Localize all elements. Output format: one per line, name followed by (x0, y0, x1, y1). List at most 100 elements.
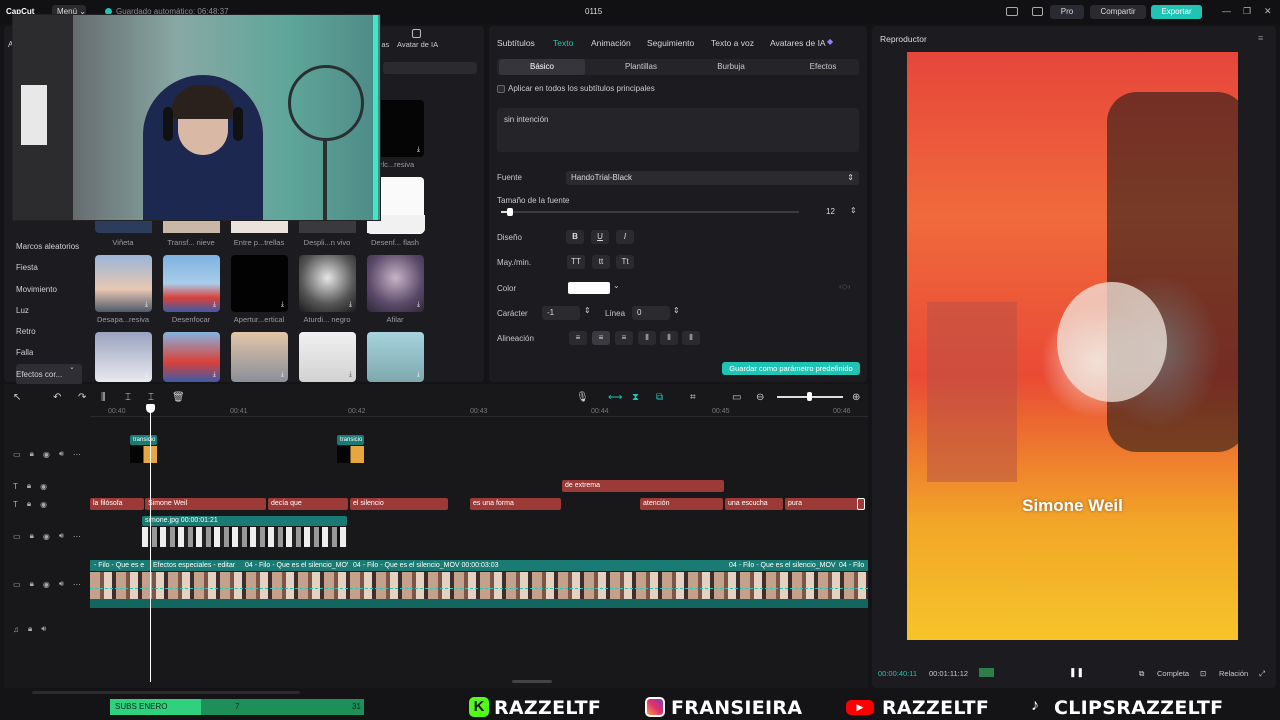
layout-icon[interactable] (1006, 7, 1018, 16)
eye-icon[interactable]: ◉ (40, 500, 47, 509)
eye-icon[interactable]: ◉ (43, 580, 50, 589)
align-vertical-center-icon[interactable]: ⦀ (660, 331, 678, 345)
text-clip[interactable]: decía que (268, 498, 348, 510)
align-left-icon[interactable]: ≡ (569, 331, 587, 345)
transition-clip-thumb[interactable] (130, 446, 157, 463)
image-clip[interactable]: simone.jpg 00:00:01:21 (142, 516, 347, 526)
split-right-icon[interactable]: ⌶ (148, 392, 154, 403)
undo-icon[interactable]: ↶ (53, 392, 61, 403)
download-icon[interactable]: ⤓ (349, 301, 352, 309)
eye-icon[interactable]: ◉ (43, 450, 50, 459)
delete-icon[interactable]: 🗑 (172, 392, 185, 403)
tab-text[interactable]: Texto (553, 38, 573, 48)
video-clip-thumbs[interactable] (90, 572, 868, 599)
microphone-icon[interactable]: 🎙 (576, 392, 589, 403)
effect-thumb[interactable]: ⤓ (299, 332, 356, 382)
keyframe-icon[interactable]: ‹◇› (839, 282, 850, 291)
redo-icon[interactable]: ↷ (78, 392, 86, 403)
speaker-icon[interactable]: 🔊︎ (59, 579, 64, 589)
fullscreen-icon[interactable]: ⤢ (1259, 669, 1265, 679)
font-size-value[interactable]: 12 (826, 207, 835, 216)
download-icon[interactable]: ⤓ (281, 301, 284, 309)
transition-clip[interactable]: transicio (130, 435, 157, 445)
share-button[interactable]: Compartir (1090, 5, 1146, 19)
text-clip[interactable] (857, 498, 865, 510)
text-clip[interactable]: pura (785, 498, 860, 510)
snap-icon[interactable]: ⧉ (656, 392, 663, 403)
stepper-icon[interactable]: ⇕ (673, 306, 680, 315)
category-item[interactable]: Retro (16, 321, 86, 342)
fit-icon[interactable]: ▭ (732, 392, 741, 403)
video-preview[interactable]: Simone Weil (907, 52, 1238, 640)
text-clip[interactable]: Simone Weil (145, 498, 266, 510)
maximize-icon[interactable]: ❐ (1243, 6, 1251, 17)
underline-button[interactable]: U (591, 230, 609, 244)
font-select[interactable]: HandoTrial-Black ⇕ (566, 171, 859, 185)
minimize-icon[interactable]: — (1222, 6, 1231, 16)
speaker-icon[interactable]: 🔊︎ (59, 531, 64, 541)
zoom-slider-handle[interactable] (807, 392, 812, 401)
effect-thumb[interactable]: ⤓ (299, 255, 356, 312)
line-spacing-input[interactable]: 0 (632, 306, 670, 320)
apply-all-checkbox[interactable] (497, 84, 505, 93)
split-left-icon[interactable]: ⌶ (125, 392, 131, 403)
effect-thumb[interactable]: ⤓ (95, 332, 152, 382)
stepper-icon[interactable]: ⇕ (850, 206, 857, 215)
category-item[interactable]: Luz (16, 300, 86, 321)
tab-ai-avatars[interactable]: Avatares de IA (770, 38, 826, 48)
magnet-icon[interactable]: ⧗ (632, 392, 639, 403)
bold-button[interactable]: B (566, 230, 584, 244)
transition-clip-thumb[interactable] (337, 446, 364, 463)
eye-icon[interactable]: ◉ (40, 482, 47, 491)
align-vertical-bottom-icon[interactable]: ⦀ (682, 331, 700, 345)
effect-thumb[interactable]: ⤓ (367, 332, 424, 382)
effect-thumb[interactable]: ⤓ (231, 255, 288, 312)
text-clip[interactable]: atención (640, 498, 723, 510)
search-input[interactable] (383, 62, 477, 74)
download-icon[interactable]: ⤓ (213, 301, 216, 309)
effect-thumb[interactable]: ⤓ (163, 332, 220, 382)
edit-icon[interactable]: ⧉ (1139, 669, 1144, 679)
case-lower-button[interactable]: tt (592, 255, 610, 269)
speaker-icon[interactable]: 🔊︎ (41, 624, 46, 634)
align-vertical-top-icon[interactable]: ⦀ (638, 331, 656, 345)
color-swatch[interactable] (568, 282, 610, 294)
font-size-slider-handle[interactable] (506, 208, 513, 216)
tab-animation[interactable]: Animación (591, 38, 631, 48)
text-input[interactable]: sin intención (497, 108, 859, 152)
text-clip[interactable]: el silencio (350, 498, 448, 510)
speaker-icon[interactable]: 🔊︎ (59, 449, 64, 459)
chevron-down-icon[interactable]: ⌄ (613, 281, 620, 290)
playhead[interactable] (146, 404, 155, 682)
lock-icon[interactable]: 🔒︎ (30, 579, 34, 589)
download-icon[interactable]: ⤓ (145, 301, 148, 309)
italic-button[interactable]: I (616, 230, 634, 244)
category-item[interactable]: Marcos aleatorios (16, 236, 86, 257)
download-icon[interactable]: ⤓ (349, 371, 352, 379)
download-icon[interactable]: ⤓ (145, 371, 148, 379)
more-icon[interactable]: ⋯ (73, 532, 81, 541)
menu-icon[interactable]: ≡ (1258, 33, 1263, 43)
more-icon[interactable]: ⋯ (73, 580, 81, 589)
download-icon[interactable]: ⤓ (281, 371, 284, 379)
panel-scrollbar[interactable] (32, 691, 300, 694)
image-clip-thumbs[interactable] (142, 527, 347, 547)
pro-button[interactable]: Pro (1050, 5, 1084, 19)
category-item[interactable]: Falla (16, 342, 86, 363)
volume-line[interactable] (90, 588, 868, 589)
download-icon[interactable]: ⤓ (417, 371, 420, 379)
case-title-button[interactable]: Tt (616, 255, 634, 269)
text-clip[interactable]: la filósofa (90, 498, 144, 510)
tab-avatar-ia[interactable]: Avatar de IA (397, 40, 438, 49)
subtab-basic[interactable]: Básico (499, 59, 585, 75)
effect-thumb[interactable]: ⤓ (163, 255, 220, 312)
ratio-button[interactable]: Relación (1219, 669, 1248, 678)
lock-icon[interactable]: 🔒︎ (27, 481, 31, 491)
text-clip[interactable]: una escucha (725, 498, 783, 510)
tab-tracking[interactable]: Seguimiento (647, 38, 694, 48)
shortcuts-icon[interactable] (1032, 7, 1043, 16)
close-icon[interactable]: ✕ (1264, 6, 1272, 17)
lock-icon[interactable]: 🔒︎ (30, 449, 34, 459)
more-icon[interactable]: ⋯ (73, 450, 81, 459)
tab-subtitles[interactable]: Subtítulos (497, 38, 535, 48)
